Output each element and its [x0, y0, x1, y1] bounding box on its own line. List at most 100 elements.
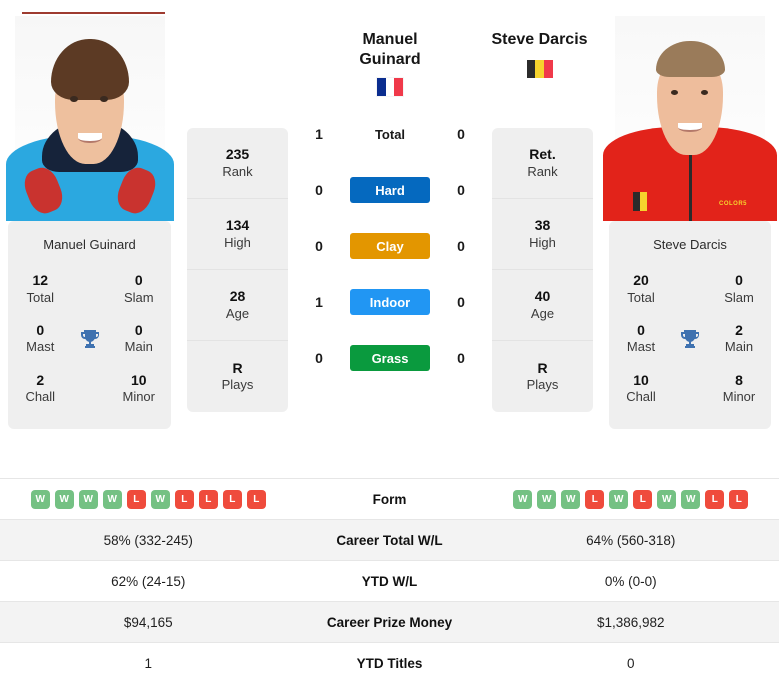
head-to-head-column: Manuel Guinard 1 Total 0 0 Hard 0 0 Clay… [296, 0, 484, 478]
left-main-label: Main [124, 339, 153, 355]
label-ytd-wl: YTD W/L [361, 573, 418, 589]
left-player-name-line2: Guinard [359, 51, 421, 68]
left-info-rank: 235 Rank [187, 128, 288, 199]
left-slam-value: 0 [134, 272, 143, 288]
label-ytd-titles: YTD Titles [356, 655, 423, 671]
table-row: 58% (332-245) Career Total W/L 64% (560-… [0, 519, 779, 560]
right-form-badges: WWWLWLWWLL [487, 489, 776, 509]
left-player-portrait [5, 16, 174, 221]
left-chall-titles: 2 Chall [8, 372, 73, 406]
h2h-row-total: 1 Total 0 [296, 106, 484, 162]
left-total-value: 12 [32, 272, 49, 288]
left-titles-row-3: 2 Chall 10 Minor [8, 366, 171, 416]
h2h-indoor-button[interactable]: Indoor [350, 289, 430, 315]
form-badge-l: L [729, 489, 749, 509]
right-minor-titles: 8 Minor [707, 372, 771, 406]
form-badge-l: L [585, 489, 605, 509]
form-row-label: Form [372, 491, 407, 507]
left-mast-label: Mast [26, 339, 55, 355]
right-total-value: 20 [633, 272, 649, 288]
h2h-row-clay: 0 Clay 0 [296, 218, 484, 274]
h2h-clay-left: 0 [315, 238, 323, 254]
form-badge-w: W [150, 489, 170, 509]
form-badge-l: L [222, 489, 242, 509]
left-total-label: Total [26, 289, 54, 305]
right-rank-value: Ret. [529, 146, 556, 163]
left-total-titles: 12 Total [8, 272, 73, 306]
left-player-column: Manuel Guinard 12 Total 0 Slam 0 Mast 0 … [0, 0, 179, 478]
table-row: $94,165 Career Prize Money $1,386,982 [0, 601, 779, 642]
left-minor-value: 10 [130, 371, 147, 388]
h2h-grass-right: 0 [457, 350, 465, 366]
form-badge-w: W [681, 489, 701, 509]
form-badge-l: L [126, 489, 146, 509]
right-career-prize-money: $1,386,982 [596, 614, 665, 630]
left-mast-value: 0 [36, 321, 45, 338]
left-rank-value: 235 [225, 146, 250, 163]
right-player-photo: COLOR5 [601, 16, 779, 221]
h2h-clay-button[interactable]: Clay [350, 233, 430, 259]
trophy-icon [673, 327, 707, 351]
left-slam-titles: 0 Slam [107, 272, 172, 306]
right-main-titles: 2 Main [707, 322, 771, 356]
right-slam-titles: 0 Slam [707, 272, 771, 306]
right-ytd-titles: 0 [626, 655, 635, 671]
left-main-value: 0 [134, 321, 143, 338]
left-mast-titles: 0 Mast [8, 322, 73, 356]
left-titles-row-2: 0 Mast 0 Main [8, 316, 171, 366]
left-high-value: 134 [225, 217, 250, 234]
right-age-value: 40 [534, 288, 551, 305]
form-badge-w: W [537, 489, 557, 509]
left-age-label: Age [225, 305, 250, 321]
right-form-cell: WWWLWLWWLL [483, 484, 779, 515]
flag-belgium-icon [526, 60, 553, 78]
left-slam-label: Slam [123, 289, 154, 305]
h2h-hard-button[interactable]: Hard [350, 177, 430, 203]
right-mast-label: Mast [626, 339, 656, 355]
left-chall-label: Chall [25, 389, 56, 404]
left-card-title: Manuel Guinard [43, 237, 136, 252]
h2h-indoor-left: 1 [315, 294, 323, 310]
h2h-grass-button[interactable]: Grass [350, 345, 430, 371]
left-player-photo [0, 16, 179, 221]
right-player-column: COLOR5 Steve Darcis 20 Total 0 Slam 0 Ma… [601, 0, 779, 478]
left-age-value: 28 [229, 288, 246, 305]
right-titles-row-3: 10 Chall 8 Minor [609, 366, 771, 416]
player-comparison: Manuel Guinard 12 Total 0 Slam 0 Mast 0 … [0, 0, 779, 478]
form-badge-w: W [609, 489, 629, 509]
left-career-total-wl: 58% (332-245) [103, 532, 193, 548]
form-badge-w: W [561, 489, 581, 509]
form-badge-l: L [633, 489, 653, 509]
right-minor-value: 8 [735, 371, 743, 388]
h2h-grass-left: 0 [315, 350, 323, 366]
h2h-row-hard: 0 Hard 0 [296, 162, 484, 218]
right-player-header: Steve Darcis [481, 30, 598, 78]
left-form-badges: WWWWLWLLLL [4, 489, 293, 509]
left-high-label: High [224, 234, 251, 250]
table-row: 1 YTD Titles 0 [0, 642, 779, 683]
left-titles-row-1: 12 Total 0 Slam [8, 266, 171, 316]
right-chall-value: 10 [633, 371, 649, 388]
right-card-title: Steve Darcis [653, 237, 727, 252]
h2h-names: Manuel Guinard [296, 30, 484, 96]
right-chall-titles: 10 Chall [609, 372, 673, 406]
right-age-label: Age [530, 305, 555, 321]
form-badge-l: L [198, 489, 218, 509]
left-minor-titles: 10 Minor [107, 372, 172, 406]
form-badge-w: W [102, 489, 122, 509]
right-info-plays: R Plays [492, 341, 593, 412]
right-high-value: 38 [534, 217, 551, 234]
right-titles-card: Steve Darcis 20 Total 0 Slam 0 Mast 2 Ma… [609, 221, 771, 430]
form-badge-w: W [78, 489, 98, 509]
right-titles-row-2: 0 Mast 2 Main [609, 316, 771, 366]
h2h-hard-right: 0 [457, 182, 465, 198]
right-titles-row-1: 20 Total 0 Slam [609, 266, 771, 316]
left-titles-card: Manuel Guinard 12 Total 0 Slam 0 Mast 0 … [8, 221, 171, 430]
form-badge-w: W [513, 489, 533, 509]
right-plays-value: R [537, 359, 548, 376]
right-slam-label: Slam [724, 289, 754, 305]
right-player-name: Steve Darcis [491, 31, 588, 48]
right-total-label: Total [627, 289, 655, 305]
table-row-form: WWWWLWLLLL Form WWWLWLWWLL [0, 478, 779, 519]
right-ytd-wl: 0% (0-0) [604, 573, 657, 589]
